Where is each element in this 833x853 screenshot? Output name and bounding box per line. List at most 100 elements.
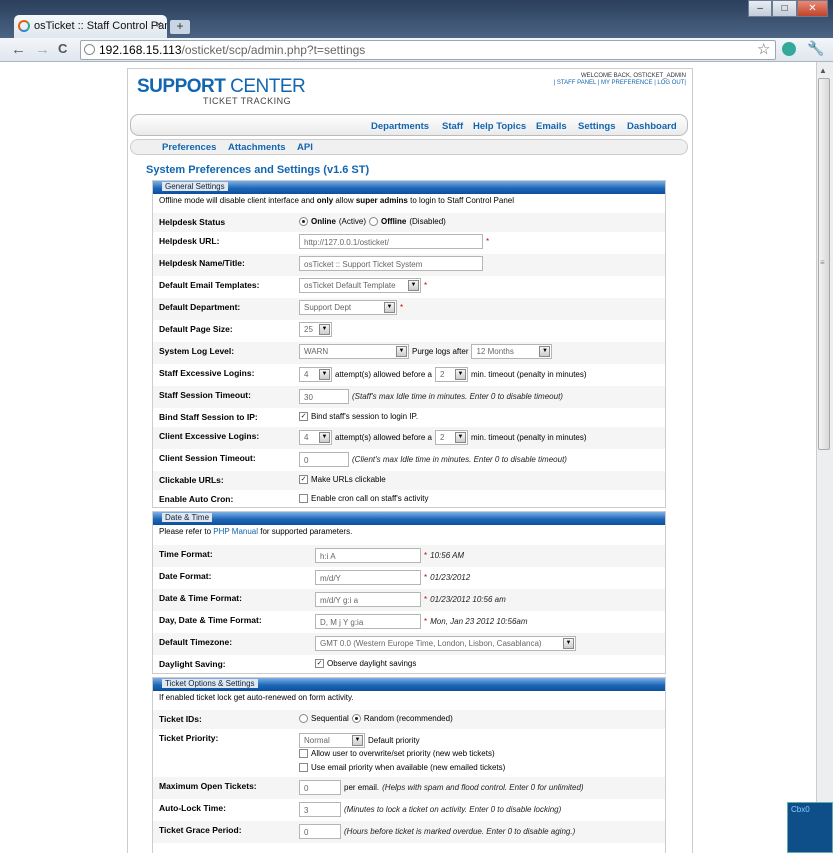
grace-period-input[interactable]: 0 — [299, 824, 341, 839]
field-label: Client Excessive Logins: — [159, 431, 260, 441]
required-marker: * — [424, 573, 428, 582]
client-attempts-select[interactable]: 4 ▼ — [299, 430, 332, 445]
log-level-select[interactable]: WARN ▼ — [299, 344, 409, 359]
reload-icon[interactable]: C — [58, 41, 67, 56]
online-radio[interactable] — [299, 217, 308, 226]
bind-ip-checkbox[interactable]: ✓ — [299, 412, 308, 421]
field-label: Staff Session Timeout: — [159, 390, 251, 400]
helpdesk-name-input[interactable]: osTicket :: Support Ticket System — [299, 256, 483, 271]
email-priority-checkbox[interactable] — [299, 763, 308, 772]
checkbox-label: Observe daylight savings — [327, 659, 417, 668]
checkbox-label: Use email priority when available (new e… — [311, 763, 506, 772]
field-label: System Log Level: — [159, 346, 235, 356]
staff-session-input[interactable]: 30 — [299, 389, 349, 404]
radio-label: Random (recommended) — [363, 714, 453, 723]
checkbox-label: Enable cron call on staff's activity — [311, 494, 429, 503]
time-format-input[interactable]: h:i A — [315, 548, 421, 563]
maximize-button[interactable]: □ — [772, 0, 797, 17]
nav-staff[interactable]: Staff — [442, 121, 463, 132]
back-arrow-icon[interactable]: ← — [11, 41, 26, 58]
forward-arrow-icon[interactable]: → — [35, 41, 50, 58]
priority-default-label: Default priority — [368, 736, 420, 745]
browser-tab[interactable]: osTicket :: Staff Control Pan × — [14, 15, 167, 38]
setting-row: Default Department: Support Dept ▼ * — [153, 298, 665, 320]
datetime-format-input[interactable]: m/d/Y g:i a — [315, 592, 421, 607]
close-window-button[interactable]: ✕ — [796, 0, 828, 17]
daylight-saving-checkbox[interactable]: ✓ — [315, 659, 324, 668]
subnav-attachments[interactable]: Attachments — [228, 142, 286, 153]
user-links[interactable]: | STAFF PANEL | MY PREFERENCE | LOG OUT| — [520, 80, 686, 86]
auto-lock-input[interactable]: 3 — [299, 802, 341, 817]
date-format-input[interactable]: m/d/Y — [315, 570, 421, 585]
page-info-icon[interactable] — [84, 44, 95, 55]
setting-row: Helpdesk Name/Title: osTicket :: Support… — [153, 254, 665, 276]
scroll-up-arrow-icon[interactable]: ▲ — [819, 66, 827, 75]
address-bar[interactable]: 192.168.15.113/osticket/scp/admin.php?t=… — [80, 40, 776, 60]
setting-row: Staff Excessive Logins: 4 ▼ attempt(s) all… — [153, 364, 665, 386]
helpdesk-url-input[interactable]: http://127.0.0.1/osticket/ — [299, 234, 483, 249]
client-timeout-select[interactable]: 2 ▼ — [434, 430, 468, 445]
chevron-down-icon: ▼ — [319, 432, 330, 443]
client-session-input[interactable]: 0 — [299, 452, 349, 467]
random-radio[interactable] — [351, 714, 361, 723]
offline-radio[interactable] — [369, 217, 379, 226]
hint-text: (Staff's max Idle time in minutes. Enter… — [352, 392, 563, 401]
tab-close-icon[interactable]: × — [156, 19, 162, 31]
staff-timeout-select[interactable]: 2 ▼ — [434, 367, 468, 382]
field-label: Ticket Priority: — [159, 733, 219, 743]
max-open-tickets-input[interactable]: 0 — [299, 780, 341, 795]
field-label: Enable Auto Cron: — [159, 494, 234, 504]
nav-settings[interactable]: Settings — [578, 121, 615, 132]
chevron-down-icon: ▼ — [563, 638, 574, 649]
setting-row: Auto-Lock Time: 3 (Minutes to lock a tick… — [153, 799, 665, 821]
subnav-preferences[interactable]: Preferences — [162, 142, 216, 153]
timezone-select[interactable]: GMT 0.0 (Western Europe Time, London, Li… — [315, 636, 576, 651]
staff-attempts-select[interactable]: 4 ▼ — [299, 367, 332, 382]
nav-emails[interactable]: Emails — [536, 121, 567, 132]
ticket-options-section: Ticket Options & Settings If enabled tic… — [152, 677, 666, 853]
bookmark-star-icon[interactable]: ☆ — [757, 40, 770, 58]
minimize-button[interactable]: – — [748, 0, 773, 17]
sequential-radio[interactable] — [299, 714, 308, 723]
field-label: Helpdesk Status — [159, 217, 226, 227]
sub-nav: Preferences Attachments API — [130, 139, 688, 155]
wrench-menu-icon[interactable]: 🔧 — [807, 40, 824, 57]
logo-word-support: SUPPORT — [137, 76, 226, 97]
section-title: Date & Time — [162, 513, 213, 522]
setting-row: System Log Level: WARN ▼ Purge logs after 1… — [153, 342, 665, 364]
nav-help-topics[interactable]: Help Topics — [473, 121, 526, 132]
default-priority-select[interactable]: Normal ▼ — [299, 733, 365, 748]
default-department-select[interactable]: Support Dept ▼ — [299, 300, 397, 315]
field-label: Auto-Lock Time: — [159, 803, 226, 813]
field-label: Ticket IDs: — [159, 714, 202, 724]
field-label: Staff Excessive Logins: — [159, 368, 255, 378]
page-size-select[interactable]: 25 ▼ — [299, 322, 332, 337]
auto-cron-checkbox[interactable] — [299, 494, 308, 503]
clickable-urls-checkbox[interactable]: ✓ — [299, 475, 308, 484]
nav-departments[interactable]: Departments — [371, 121, 429, 132]
scrollbar-grip-icon: ≡ — [820, 258, 825, 267]
chevron-down-icon: ▼ — [319, 324, 330, 335]
web-priority-checkbox[interactable] — [299, 749, 308, 758]
unit-text: per email. — [344, 783, 380, 792]
general-settings-section: General Settings Offline mode will disab… — [152, 180, 666, 508]
field-label: Bind Staff Session to IP: — [159, 412, 258, 422]
setting-row: Helpdesk URL: http://127.0.0.1/osticket/… — [153, 232, 665, 254]
required-marker: * — [486, 237, 490, 246]
php-manual-link[interactable]: PHP Manual — [213, 527, 258, 536]
setting-row: Client Session Timeout: 0 (Client's max I… — [153, 449, 665, 471]
logo[interactable]: SUPPORT CENTER — [137, 76, 306, 98]
new-tab-button[interactable]: + — [170, 20, 190, 34]
setting-row: Default Timezone: GMT 0.0 (Western Europ… — [153, 633, 665, 655]
day-datetime-format-input[interactable]: D, M j Y g:ia — [315, 614, 421, 629]
timeout-text: min. timeout (penalty in minutes) — [470, 370, 587, 379]
subnav-api[interactable]: API — [297, 142, 313, 153]
checkbox-label: Make URLs clickable — [311, 475, 386, 484]
extension-icon[interactable] — [782, 42, 796, 56]
field-label: Helpdesk URL: — [159, 236, 220, 246]
offline-label: Offline — [381, 217, 407, 226]
nav-dashboard[interactable]: Dashboard — [627, 121, 677, 132]
email-template-select[interactable]: osTicket Default Template ▼ — [299, 278, 421, 293]
required-marker: * — [424, 281, 428, 290]
purge-logs-select[interactable]: 12 Months ▼ — [471, 344, 553, 359]
